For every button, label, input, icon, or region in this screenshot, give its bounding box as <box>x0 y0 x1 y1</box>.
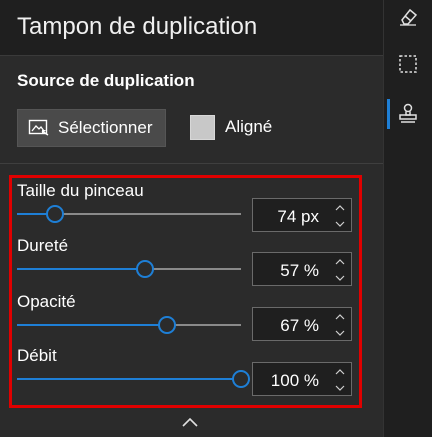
flow-label: Débit <box>17 346 57 365</box>
spin-arrows-icon[interactable] <box>333 256 347 284</box>
hardness-slider-fill <box>17 268 145 270</box>
hardness-label: Dureté <box>17 236 69 255</box>
collapse-chevron-icon[interactable] <box>180 415 200 429</box>
flow-slider-thumb[interactable] <box>232 370 250 388</box>
opacity-slider-fill <box>17 324 168 326</box>
aligned-checkbox[interactable] <box>190 115 215 140</box>
spin-arrows-icon[interactable] <box>333 366 347 394</box>
tool-rail <box>383 0 432 437</box>
spin-arrows-icon[interactable] <box>333 202 347 230</box>
clone-stamp-panel: Tampon de duplication Source de duplicat… <box>0 0 383 437</box>
selection-icon[interactable] <box>396 52 420 76</box>
brush-size-value: 74 px <box>277 207 319 226</box>
select-source-button[interactable]: Sélectionner <box>17 109 166 147</box>
opacity-label: Opacité <box>17 292 76 311</box>
section-divider <box>0 163 383 164</box>
select-image-icon <box>28 119 49 136</box>
brush-size-spinbox[interactable]: 74 px <box>252 198 352 232</box>
brush-size-slider-thumb[interactable] <box>46 205 65 223</box>
opacity-slider-thumb[interactable] <box>158 316 177 334</box>
flow-spinbox[interactable]: 100 % <box>252 362 352 396</box>
active-tool-indicator <box>387 99 390 129</box>
source-heading: Source de duplication <box>17 71 195 90</box>
clone-stamp-icon[interactable] <box>396 102 420 126</box>
panel-header: Tampon de duplication <box>0 0 383 56</box>
brush-size-slider[interactable] <box>17 205 241 223</box>
aligned-label: Aligné <box>225 117 273 136</box>
flow-value: 100 % <box>270 371 319 390</box>
opacity-slider[interactable] <box>17 316 241 334</box>
panel-title: Tampon de duplication <box>17 13 258 40</box>
hardness-spinbox[interactable]: 57 % <box>252 252 352 286</box>
hardness-slider[interactable] <box>17 260 241 278</box>
hardness-value: 57 % <box>280 261 319 280</box>
flow-slider-fill <box>17 378 241 380</box>
opacity-spinbox[interactable]: 67 % <box>252 307 352 341</box>
flow-slider[interactable] <box>17 370 250 388</box>
hardness-slider-thumb[interactable] <box>135 260 154 278</box>
spin-arrows-icon[interactable] <box>333 311 347 339</box>
select-button-label: Sélectionner <box>58 118 153 137</box>
eraser-icon[interactable] <box>396 4 420 28</box>
brush-size-label: Taille du pinceau <box>17 181 144 200</box>
opacity-value: 67 % <box>280 316 319 335</box>
